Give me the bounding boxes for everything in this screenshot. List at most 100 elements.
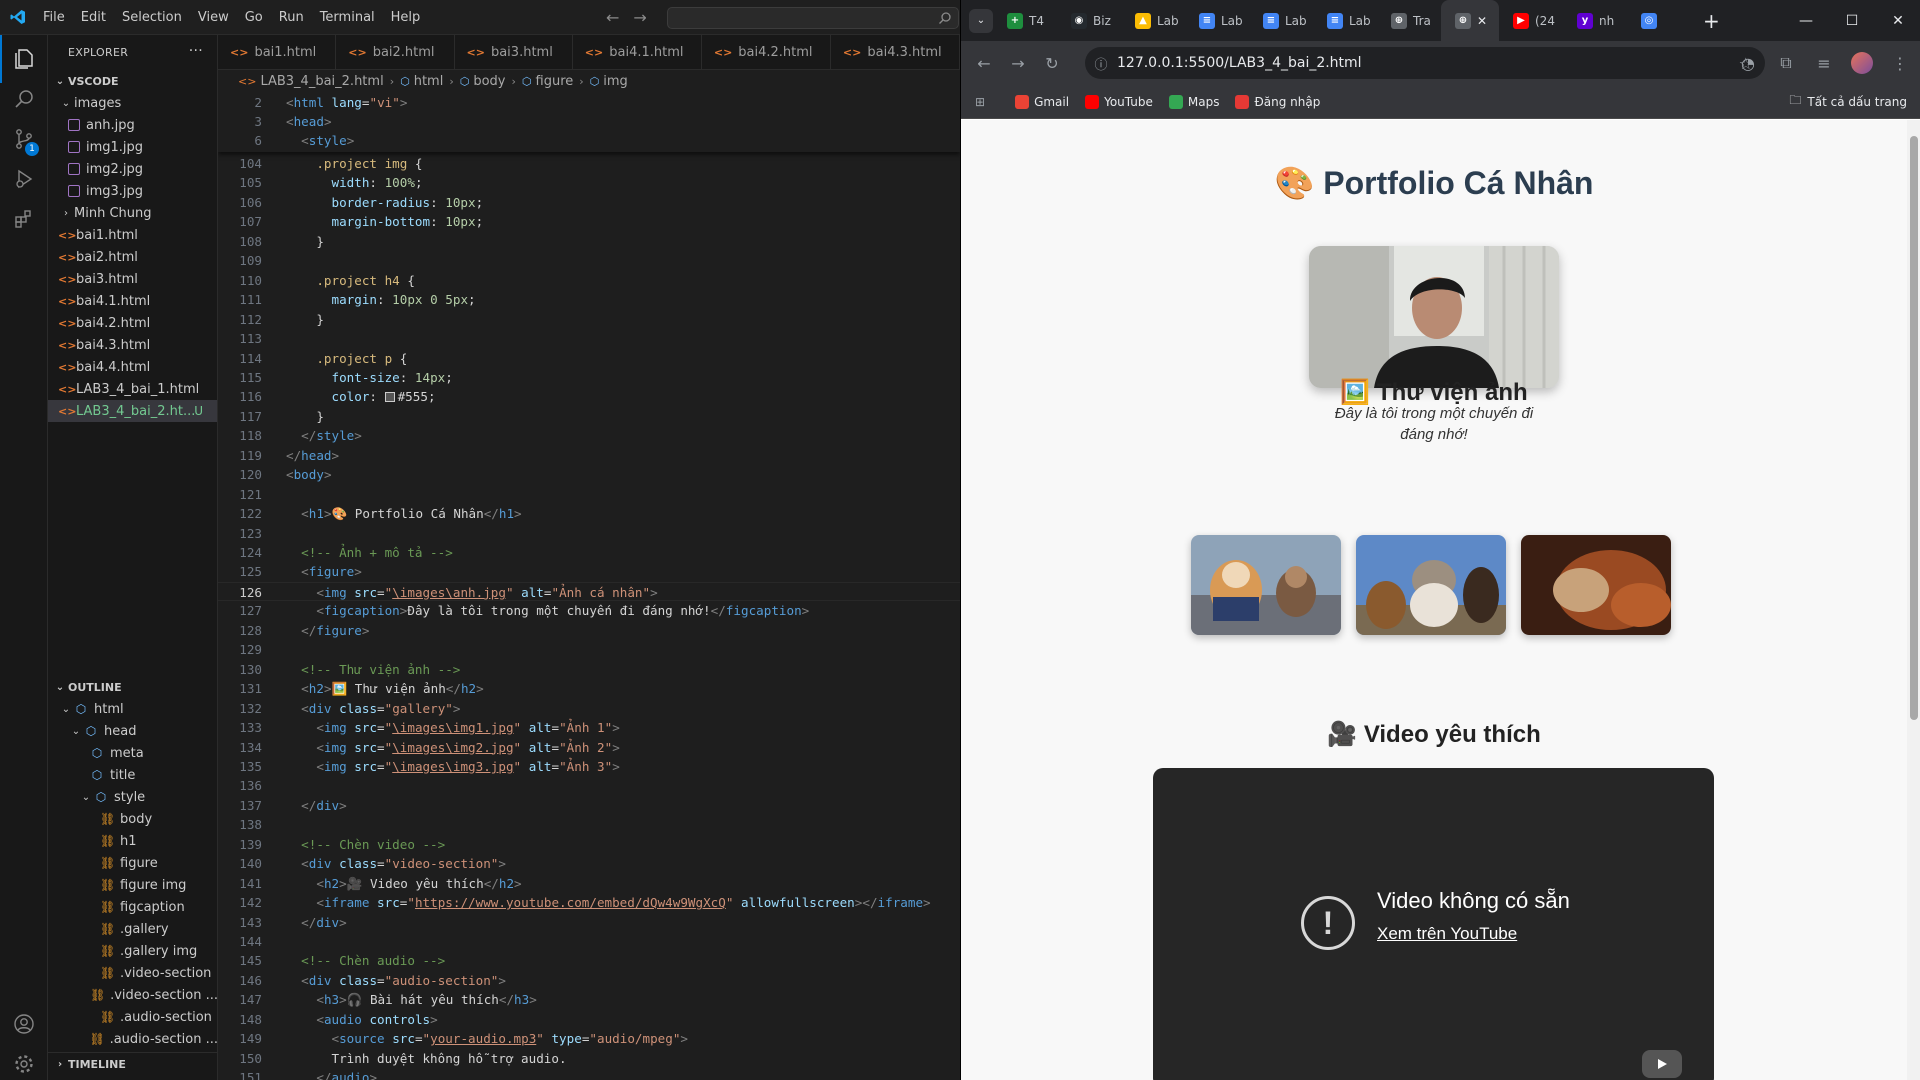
youtube-embed[interactable]: ! Video không có sẵn Xem trên YouTube	[1153, 768, 1714, 1080]
browser-tab[interactable]: ▲ Lab	[1121, 0, 1185, 41]
code-line[interactable]: 137 </div>	[218, 796, 960, 815]
outline-item[interactable]: ⛓ body	[48, 808, 217, 830]
tree-item[interactable]: img1.jpg	[48, 136, 217, 158]
more-actions-icon[interactable]: ···	[189, 43, 203, 59]
minimize-icon[interactable]: —	[1783, 0, 1829, 41]
chrome-menu-icon[interactable]: ⋮	[1883, 46, 1917, 80]
outline-item[interactable]: ⬡ title	[48, 764, 217, 786]
code-line[interactable]: 126 <img src="\images\anh.jpg" alt="Ảnh …	[218, 581, 960, 601]
tree-item[interactable]: <> bai4.2.html	[48, 312, 217, 334]
browser-tab[interactable]: ⊕ Tra	[1377, 0, 1441, 41]
apps-grid-icon[interactable]: ⊞	[975, 95, 985, 109]
outline-item[interactable]: ⛓ h1	[48, 830, 217, 852]
color-swatch-icon[interactable]	[384, 392, 395, 403]
menu-item-view[interactable]: View	[190, 0, 237, 35]
editor-tab[interactable]: <> bai2.html	[336, 35, 455, 69]
code-line[interactable]: 139 <!-- Chèn video -->	[218, 835, 960, 854]
code-line[interactable]: 117 }	[218, 407, 960, 426]
browser-tab[interactable]: ◉ Biz	[1057, 0, 1121, 41]
editor-tab[interactable]: <> bai4.3.html	[831, 35, 960, 69]
code-line[interactable]: 133 <img src="\images\img1.jpg" alt="Ảnh…	[218, 718, 960, 737]
code-line[interactable]: 6 <style>	[218, 131, 960, 150]
code-line[interactable]: 128 </figure>	[218, 621, 960, 640]
command-center-search[interactable]	[667, 7, 959, 29]
bookmark-gmail[interactable]: Gmail	[1015, 94, 1069, 109]
code-line[interactable]: 136	[218, 776, 960, 795]
menu-item-selection[interactable]: Selection	[114, 0, 190, 35]
code-line[interactable]: 107 margin-bottom: 10px;	[218, 212, 960, 231]
outline-item[interactable]: ⛓ figcaption	[48, 896, 217, 918]
code-line[interactable]: 119 </head>	[218, 446, 960, 465]
maximize-icon[interactable]: ☐	[1829, 0, 1875, 41]
tree-item[interactable]: <> LAB3_4_bai_2.ht... U	[48, 400, 217, 422]
code-line[interactable]: 125 <figure>	[218, 562, 960, 581]
browser-tab[interactable]: ▶ (24	[1499, 0, 1563, 41]
code-line[interactable]: 138	[218, 815, 960, 834]
code-line[interactable]: 131 <h2>🖼️ Thư viện ảnh</h2>	[218, 679, 960, 698]
code-line[interactable]: 3 <head>	[218, 112, 960, 131]
browser-tab[interactable]: ≡ Lab	[1249, 0, 1313, 41]
youtube-logo-icon[interactable]	[1642, 1050, 1682, 1078]
code-line[interactable]: 115 font-size: 14px;	[218, 368, 960, 387]
forward-arrow-icon[interactable]: →	[633, 8, 646, 27]
extensions-icon[interactable]	[0, 195, 48, 243]
code-line[interactable]: 105 width: 100%;	[218, 173, 960, 192]
all-bookmarks[interactable]: 🗀 Tất cả dấu trang	[1789, 91, 1907, 112]
scrollbar-thumb[interactable]	[1910, 136, 1918, 720]
editor-tab[interactable]: <> bai4.1.html	[573, 35, 702, 69]
outline-item[interactable]: ⛓ .gallery	[48, 918, 217, 940]
menu-item-edit[interactable]: Edit	[73, 0, 114, 35]
code-line[interactable]: 106 border-radius: 10px;	[218, 193, 960, 212]
code-line[interactable]: 104 .project img {	[218, 154, 960, 173]
browser-tab[interactable]: ◎	[1627, 0, 1691, 41]
page-scrollbar[interactable]	[1907, 120, 1920, 1080]
breadcrumb-item[interactable]: figure	[536, 74, 574, 89]
code-line[interactable]: 132 <div class="gallery">	[218, 699, 960, 718]
code-line[interactable]: 134 <img src="\images\img2.jpg" alt="Ảnh…	[218, 738, 960, 757]
media-control-icon[interactable]: ≡	[1807, 46, 1841, 80]
tree-item[interactable]: anh.jpg	[48, 114, 217, 136]
outline-item[interactable]: ⌄ ⬡ head	[48, 720, 217, 742]
code-line[interactable]: 114 .project p {	[218, 349, 960, 368]
code-line[interactable]: 120 <body>	[218, 465, 960, 484]
tree-item[interactable]: img2.jpg	[48, 158, 217, 180]
tree-item[interactable]: <> bai3.html	[48, 268, 217, 290]
code-line[interactable]: 121	[218, 485, 960, 504]
code-line[interactable]: 129	[218, 640, 960, 659]
tab-search-icon[interactable]: ⌄	[969, 8, 993, 33]
menu-item-terminal[interactable]: Terminal	[312, 0, 383, 35]
outline-item[interactable]: ⌄ ⬡ style	[48, 786, 217, 808]
outline-item[interactable]: ⛓ .gallery img	[48, 940, 217, 962]
menu-item-run[interactable]: Run	[271, 0, 312, 35]
tree-item[interactable]: › Minh Chung	[48, 202, 217, 224]
code-line[interactable]: 110 .project h4 {	[218, 271, 960, 290]
code-line[interactable]: 112 }	[218, 310, 960, 329]
code-line[interactable]: 123	[218, 524, 960, 543]
code-line[interactable]: 113	[218, 329, 960, 348]
editor-tab[interactable]: <> bai3.html	[455, 35, 573, 69]
address-bar[interactable]: ⓘ 127.0.0.1:5500/LAB3_4_bai_2.html ☆	[1085, 47, 1765, 79]
code-line[interactable]: 142 <iframe src="https://www.youtube.com…	[218, 893, 960, 912]
browser-tab[interactable]: + T4	[993, 0, 1057, 41]
profile-avatar[interactable]	[1845, 46, 1879, 80]
code-line[interactable]: 151 </audio>	[218, 1068, 960, 1080]
menu-item-go[interactable]: Go	[237, 0, 271, 35]
code-line[interactable]: 127 <figcaption>Đây là tôi trong một chu…	[218, 601, 960, 620]
browser-tab[interactable]: ≡ Lab	[1313, 0, 1377, 41]
outline-item[interactable]: ⛓ .video-section	[48, 962, 217, 984]
code-line[interactable]: 122 <h1>🎨 Portfolio Cá Nhân</h1>	[218, 504, 960, 523]
editor-tab[interactable]: <> bai4.2.html	[702, 35, 831, 69]
bookmark-maps[interactable]: Maps	[1168, 94, 1219, 109]
code-line[interactable]: 146 <div class="audio-section">	[218, 971, 960, 990]
breadcrumb-item[interactable]: html	[414, 74, 444, 89]
editor-tab[interactable]: <> bai1.html	[218, 35, 337, 69]
browser-tab[interactable]: ≡ Lab	[1185, 0, 1249, 41]
browser-tab[interactable]: ⊕ ✕	[1441, 0, 1499, 41]
extensions-puzzle-icon[interactable]: ⧉	[1769, 46, 1803, 80]
code-line[interactable]: 135 <img src="\images\img3.jpg" alt="Ảnh…	[218, 757, 960, 776]
folder-section-vscode[interactable]: ⌄ VSCODE	[48, 70, 217, 92]
outline-header[interactable]: ⌄ OUTLINE	[48, 676, 217, 698]
code-line[interactable]: 124 <!-- Ảnh + mô tả -->	[218, 543, 960, 562]
outline-item[interactable]: ⬡ meta	[48, 742, 217, 764]
code-line[interactable]: 116 color: #555;	[218, 387, 960, 406]
